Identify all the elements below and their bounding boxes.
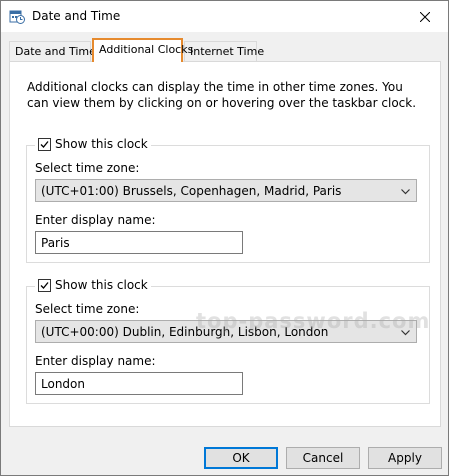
display-name-2-input[interactable] (36, 373, 242, 394)
timezone-2-label: Select time zone: (35, 302, 140, 316)
ok-button-label: OK (232, 451, 250, 465)
additional-clocks-panel: Additional clocks can display the time i… (9, 61, 441, 427)
window-title: Date and Time (32, 9, 121, 23)
tab-additional-clocks[interactable]: Additional Clocks (92, 38, 193, 62)
show-clock-2-checkbox[interactable] (38, 278, 51, 292)
display-name-1-field[interactable] (35, 231, 243, 254)
timezone-1-select[interactable]: (UTC+01:00) Brussels, Copenhagen, Madrid… (35, 179, 417, 202)
display-name-1-input[interactable] (36, 232, 242, 253)
timezone-1-value: (UTC+01:00) Brussels, Copenhagen, Madrid… (41, 184, 342, 198)
display-name-2-label: Enter display name: (35, 354, 156, 368)
tab-internet-time[interactable]: Internet Time (184, 41, 264, 62)
cancel-button-label: Cancel (302, 451, 344, 465)
title-bar[interactable]: Date and Time (1, 1, 448, 32)
close-button[interactable] (402, 1, 448, 32)
timezone-1-label: Select time zone: (35, 161, 140, 175)
date-and-time-dialog: Date and Time Date and Time Additional C… (0, 0, 449, 476)
clock-2-group: Show this clock Select time zone: (UTC+0… (26, 278, 430, 404)
checkmark-icon (40, 140, 49, 148)
show-clock-1-label: Show this clock (55, 137, 148, 151)
close-icon (420, 11, 430, 22)
checkmark-icon (40, 281, 49, 289)
ok-button[interactable]: OK (204, 447, 278, 469)
date-time-app-icon (9, 10, 25, 24)
chevron-down-icon (401, 189, 410, 195)
show-clock-1-checkbox[interactable] (38, 137, 51, 151)
show-clock-2-label: Show this clock (55, 278, 148, 292)
panel-description: Additional clocks can display the time i… (27, 80, 417, 110)
cancel-button[interactable]: Cancel (286, 447, 360, 469)
show-clock-2-checkbox-row[interactable]: Show this clock (35, 278, 151, 292)
display-name-1-label: Enter display name: (35, 213, 156, 227)
apply-button[interactable]: Apply (368, 447, 442, 469)
show-clock-1-checkbox-row[interactable]: Show this clock (35, 137, 151, 151)
tab-label: Additional Clocks (99, 43, 194, 56)
clock-1-group: Show this clock Select time zone: (UTC+0… (26, 137, 430, 263)
apply-button-label: Apply (388, 451, 422, 465)
tab-label: Internet Time (190, 45, 265, 58)
tab-date-and-time[interactable]: Date and Time (9, 41, 96, 62)
timezone-2-select[interactable]: (UTC+00:00) Dublin, Edinburgh, Lisbon, L… (35, 320, 417, 343)
display-name-2-field[interactable] (35, 372, 243, 395)
timezone-2-value: (UTC+00:00) Dublin, Edinburgh, Lisbon, L… (41, 325, 329, 339)
chevron-down-icon (401, 330, 410, 336)
tab-label: Date and Time (15, 45, 96, 58)
